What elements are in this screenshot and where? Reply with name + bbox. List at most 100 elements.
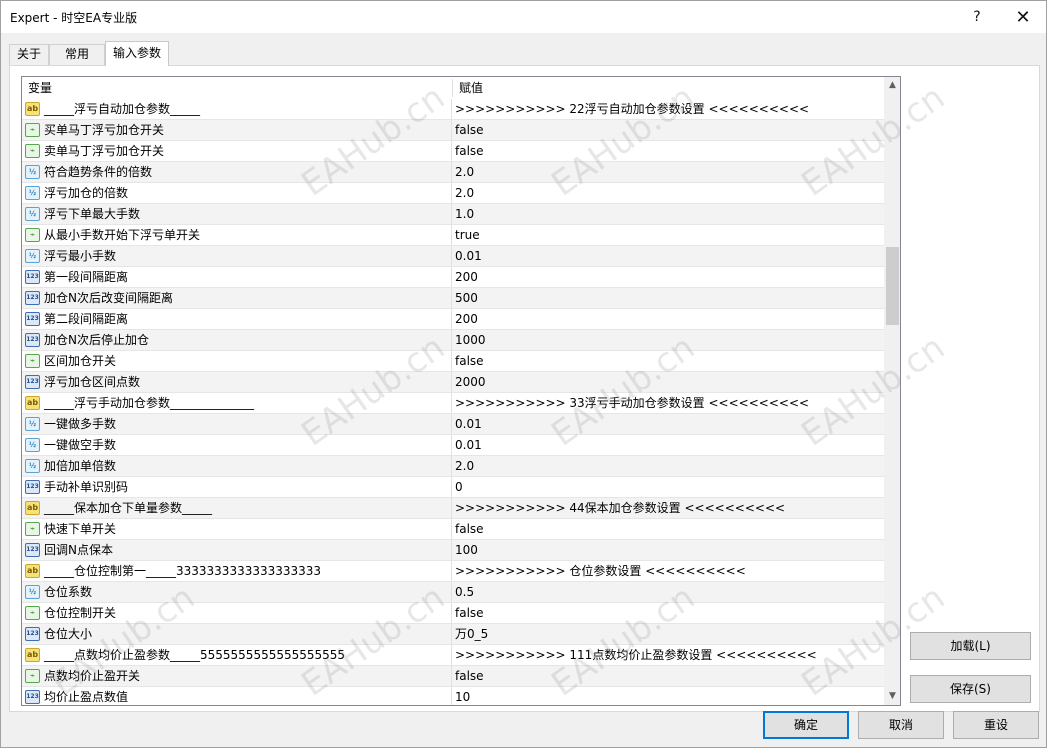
parameter-row[interactable]: ⌁ 仓位控制开关 false: [22, 603, 884, 624]
parameter-row[interactable]: ½ 浮亏最小手数 0.01: [22, 246, 884, 267]
column-header-value[interactable]: 赋值: [453, 77, 884, 99]
tab-about[interactable]: 关于: [9, 44, 49, 65]
variable-cell[interactable]: ½ 一键做空手数: [22, 435, 452, 455]
save-button[interactable]: 保存(S): [910, 675, 1031, 703]
parameter-row[interactable]: 123 加仓N次后改变间隔距离 500: [22, 288, 884, 309]
parameter-row[interactable]: 123 浮亏加仓区间点数 2000: [22, 372, 884, 393]
parameter-value[interactable]: 2.0: [455, 162, 474, 182]
parameter-value[interactable]: 100: [455, 540, 478, 560]
cancel-button[interactable]: 取消: [858, 711, 944, 739]
parameter-row[interactable]: ⌁ 卖单马丁浮亏加仓开关 false: [22, 141, 884, 162]
load-button[interactable]: 加载(L): [910, 632, 1031, 660]
parameter-value[interactable]: true: [455, 225, 480, 245]
tab-common[interactable]: 常用: [49, 44, 105, 65]
parameter-row[interactable]: ⌁ 区间加仓开关 false: [22, 351, 884, 372]
parameter-value[interactable]: >>>>>>>>>>> 44保本加仓参数设置 <<<<<<<<<<: [455, 498, 785, 518]
variable-cell[interactable]: ½ 浮亏最小手数: [22, 246, 452, 266]
parameter-row[interactable]: ab _____仓位控制第一_____3333333333333333333 >>>…: [22, 561, 884, 582]
variable-cell[interactable]: ab _____点数均价止盈参数_____5555555555555555555: [22, 645, 452, 665]
column-header-variable[interactable]: 变量: [22, 77, 452, 99]
parameter-row[interactable]: ½ 一键做多手数 0.01: [22, 414, 884, 435]
variable-cell[interactable]: ⌁ 买单马丁浮亏加仓开关: [22, 120, 452, 140]
parameter-value[interactable]: false: [455, 120, 484, 140]
variable-cell[interactable]: 123 回调N点保本: [22, 540, 452, 560]
variable-cell[interactable]: ab _____仓位控制第一_____3333333333333333333: [22, 561, 452, 581]
variable-cell[interactable]: ⌁ 点数均价止盈开关: [22, 666, 452, 686]
parameter-value[interactable]: >>>>>>>>>>> 仓位参数设置 <<<<<<<<<<: [455, 561, 746, 581]
parameter-value[interactable]: 2.0: [455, 456, 474, 476]
parameter-value[interactable]: 10: [455, 687, 470, 705]
parameter-row[interactable]: ½ 符合趋势条件的倍数 2.0: [22, 162, 884, 183]
parameter-row[interactable]: ⌁ 买单马丁浮亏加仓开关 false: [22, 120, 884, 141]
variable-cell[interactable]: ⌁ 卖单马丁浮亏加仓开关: [22, 141, 452, 161]
variable-cell[interactable]: 123 第一段间隔距离: [22, 267, 452, 287]
parameter-value[interactable]: >>>>>>>>>>> 33浮亏手动加仓参数设置 <<<<<<<<<<: [455, 393, 809, 413]
tab-inputs[interactable]: 输入参数: [105, 41, 169, 66]
parameter-value[interactable]: false: [455, 519, 484, 539]
parameter-value[interactable]: 200: [455, 267, 478, 287]
variable-cell[interactable]: 123 手动补单识别码: [22, 477, 452, 497]
parameter-value[interactable]: 2.0: [455, 183, 474, 203]
variable-cell[interactable]: 123 仓位大小: [22, 624, 452, 644]
parameter-row[interactable]: 123 第一段间隔距离 200: [22, 267, 884, 288]
parameter-value[interactable]: 万0_5: [455, 624, 488, 644]
parameter-row[interactable]: ½ 浮亏加仓的倍数 2.0: [22, 183, 884, 204]
variable-cell[interactable]: ½ 仓位系数: [22, 582, 452, 602]
parameter-value[interactable]: 0.01: [455, 246, 482, 266]
variable-cell[interactable]: 123 加仓N次后改变间隔距离: [22, 288, 452, 308]
parameter-row[interactable]: ⌁ 快速下单开关 false: [22, 519, 884, 540]
parameter-value[interactable]: 1.0: [455, 204, 474, 224]
parameter-value[interactable]: 1000: [455, 330, 486, 350]
parameter-row[interactable]: ½ 仓位系数 0.5: [22, 582, 884, 603]
ok-button[interactable]: 确定: [763, 711, 849, 739]
variable-cell[interactable]: ½ 加倍加单倍数: [22, 456, 452, 476]
parameter-value[interactable]: >>>>>>>>>>> 111点数均价止盈参数设置 <<<<<<<<<<: [455, 645, 817, 665]
variable-cell[interactable]: ab _____保本加仓下单量参数_____: [22, 498, 452, 518]
variable-cell[interactable]: ab _____浮亏手动加仓参数______________: [22, 393, 452, 413]
scroll-thumb[interactable]: [886, 247, 899, 325]
parameter-row[interactable]: 123 手动补单识别码 0: [22, 477, 884, 498]
parameter-row[interactable]: 123 仓位大小 万0_5: [22, 624, 884, 645]
parameter-value[interactable]: 2000: [455, 372, 486, 392]
parameter-row[interactable]: ab _____点数均价止盈参数_____5555555555555555555 >…: [22, 645, 884, 666]
variable-cell[interactable]: ½ 浮亏下单最大手数: [22, 204, 452, 224]
parameter-value[interactable]: 0.5: [455, 582, 474, 602]
variable-cell[interactable]: 123 浮亏加仓区间点数: [22, 372, 452, 392]
parameter-row[interactable]: 123 回调N点保本 100: [22, 540, 884, 561]
parameter-value[interactable]: 200: [455, 309, 478, 329]
parameter-row[interactable]: ½ 加倍加单倍数 2.0: [22, 456, 884, 477]
parameter-value[interactable]: 0.01: [455, 414, 482, 434]
variable-cell[interactable]: ⌁ 从最小手数开始下浮亏单开关: [22, 225, 452, 245]
parameter-row[interactable]: ab _____浮亏自动加仓参数_____ >>>>>>>>>>> 22浮亏自动加仓…: [22, 99, 884, 120]
parameter-value[interactable]: >>>>>>>>>>> 22浮亏自动加仓参数设置 <<<<<<<<<<: [455, 99, 809, 119]
variable-cell[interactable]: 123 加仓N次后停止加仓: [22, 330, 452, 350]
variable-cell[interactable]: ⌁ 快速下单开关: [22, 519, 452, 539]
parameter-value[interactable]: false: [455, 666, 484, 686]
scroll-up-arrow-icon[interactable]: ▲: [884, 77, 900, 94]
parameter-row[interactable]: 123 加仓N次后停止加仓 1000: [22, 330, 884, 351]
reset-button[interactable]: 重设: [953, 711, 1039, 739]
variable-cell[interactable]: ab _____浮亏自动加仓参数_____: [22, 99, 452, 119]
parameter-row[interactable]: 123 均价止盈点数值 10: [22, 687, 884, 705]
variable-cell[interactable]: ⌁ 区间加仓开关: [22, 351, 452, 371]
parameter-row[interactable]: ½ 一键做空手数 0.01: [22, 435, 884, 456]
variable-cell[interactable]: 123 均价止盈点数值: [22, 687, 452, 705]
parameter-row[interactable]: ab _____保本加仓下单量参数_____ >>>>>>>>>>> 44保本加仓参…: [22, 498, 884, 519]
parameter-value[interactable]: 500: [455, 288, 478, 308]
parameter-row[interactable]: ab _____浮亏手动加仓参数______________ >>>>>>>>>>>…: [22, 393, 884, 414]
parameter-value[interactable]: false: [455, 351, 484, 371]
variable-cell[interactable]: ½ 符合趋势条件的倍数: [22, 162, 452, 182]
parameter-row[interactable]: ⌁ 从最小手数开始下浮亏单开关 true: [22, 225, 884, 246]
scroll-down-arrow-icon[interactable]: ▼: [884, 688, 900, 705]
help-button[interactable]: ?: [954, 1, 1000, 33]
variable-cell[interactable]: ½ 一键做多手数: [22, 414, 452, 434]
parameter-value[interactable]: false: [455, 141, 484, 161]
parameter-row[interactable]: 123 第二段间隔距离 200: [22, 309, 884, 330]
close-button[interactable]: ✕: [1000, 1, 1046, 33]
parameter-value[interactable]: 0: [455, 477, 463, 497]
variable-cell[interactable]: ⌁ 仓位控制开关: [22, 603, 452, 623]
parameter-value[interactable]: 0.01: [455, 435, 482, 455]
parameter-row[interactable]: ⌁ 点数均价止盈开关 false: [22, 666, 884, 687]
vertical-scrollbar[interactable]: ▲ ▼: [884, 77, 900, 705]
parameter-value[interactable]: false: [455, 603, 484, 623]
